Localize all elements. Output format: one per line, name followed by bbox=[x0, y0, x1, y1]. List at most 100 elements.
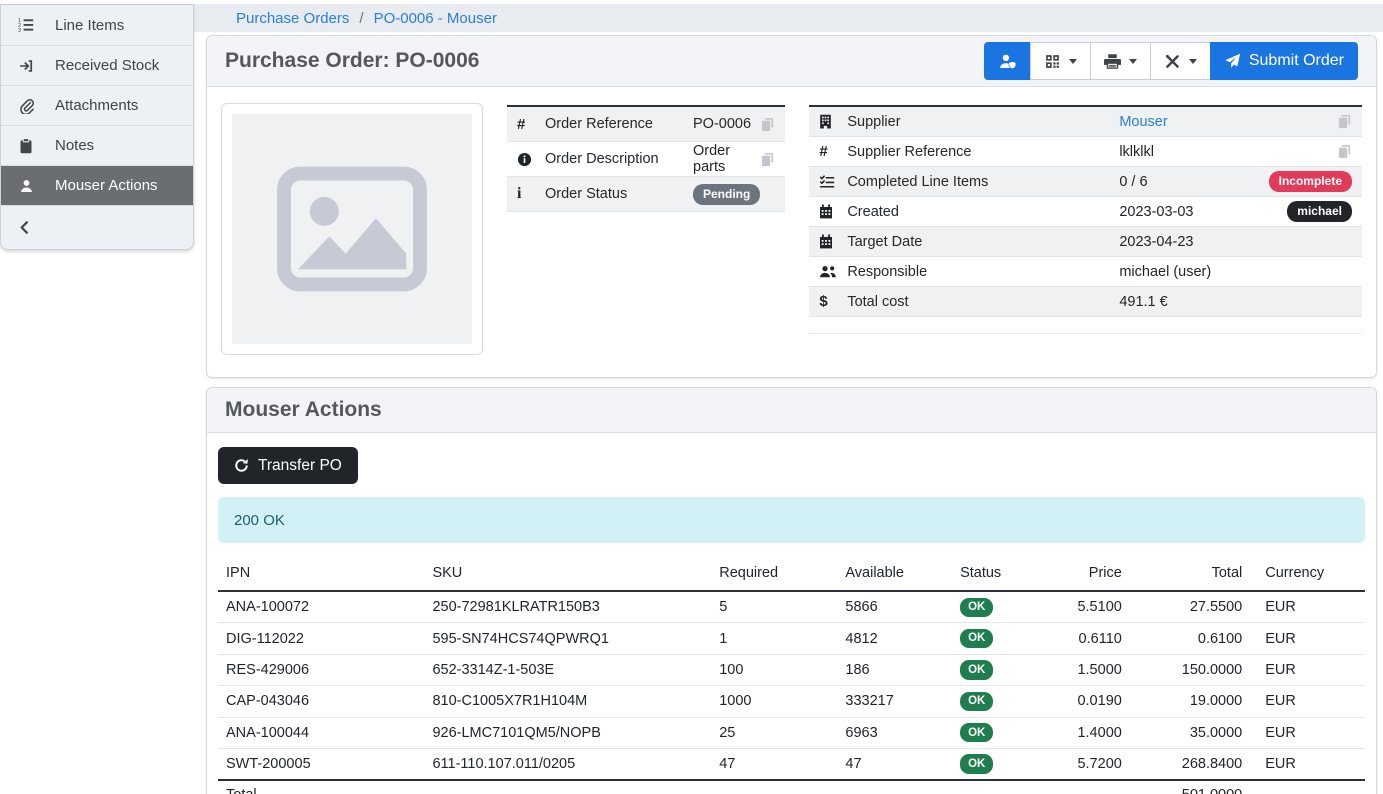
table-row: ANA-100072250-72981KLRATR150B355866OK5.5… bbox=[218, 591, 1365, 623]
line-items-table: IPN SKU Required Available Status Price … bbox=[218, 560, 1365, 794]
sidebar-item-attachments[interactable]: Attachments bbox=[1, 85, 193, 125]
chevron-down-icon bbox=[1189, 59, 1197, 64]
breadcrumb-link-current-order[interactable]: PO-0006 - Mouser bbox=[374, 10, 497, 27]
copy-icon[interactable] bbox=[755, 117, 775, 132]
rotate-icon bbox=[234, 458, 249, 473]
detail-value: PO-0006 bbox=[693, 116, 755, 132]
detail-row-completed-line-items: Completed Line Items 0 / 6 Incomplete bbox=[809, 167, 1362, 197]
paperclip-icon bbox=[15, 98, 37, 114]
detail-value: 2023-04-23 bbox=[1119, 234, 1352, 250]
detail-row-supplier-reference: # Supplier Reference lklklkl bbox=[809, 137, 1362, 167]
total-value: 501.0000 bbox=[1130, 780, 1250, 794]
order-image[interactable] bbox=[221, 103, 483, 355]
detail-row-order-reference: # Order Reference PO-0006 bbox=[507, 107, 785, 142]
purchase-order-header: Purchase Order: PO-0006 bbox=[207, 36, 1376, 87]
page-title: Purchase Order: PO-0006 bbox=[225, 49, 479, 73]
status-ok-badge: OK bbox=[960, 754, 993, 773]
hash-icon: # bbox=[517, 116, 545, 133]
sidebar-item-mouser-actions[interactable]: Mouser Actions bbox=[1, 165, 193, 205]
sidebar-item-label: Mouser Actions bbox=[55, 177, 158, 194]
detail-value: lklklkl bbox=[1119, 144, 1332, 160]
print-actions-button[interactable] bbox=[1090, 42, 1151, 80]
status-ok-badge: OK bbox=[960, 692, 993, 711]
copy-icon[interactable] bbox=[755, 152, 775, 167]
detail-label: Order Description bbox=[545, 151, 693, 167]
sign-in-icon bbox=[15, 58, 37, 74]
table-row: RES-429006652-3314Z-1-503E100186OK1.5000… bbox=[218, 654, 1365, 685]
detail-label: Supplier Reference bbox=[847, 144, 1119, 160]
order-settings-button[interactable] bbox=[1150, 42, 1211, 80]
purchase-order-panel: Purchase Order: PO-0006 bbox=[206, 35, 1377, 378]
chevron-left-icon bbox=[17, 220, 32, 235]
col-status: Status bbox=[952, 560, 1038, 591]
printer-icon bbox=[1104, 53, 1121, 70]
sidebar-item-line-items[interactable]: 123 Line Items bbox=[1, 5, 193, 45]
supplier-link[interactable]: Mouser bbox=[1119, 114, 1167, 130]
table-row: ANA-100044926-LMC7101QM5/NOPB256963OK1.4… bbox=[218, 717, 1365, 748]
order-actions-toolbar: Submit Order bbox=[984, 42, 1358, 80]
col-required: Required bbox=[711, 560, 837, 591]
incomplete-badge: Incomplete bbox=[1269, 171, 1352, 192]
copy-icon[interactable] bbox=[1332, 144, 1352, 159]
chevron-down-icon bbox=[1129, 59, 1137, 64]
detail-label: Total cost bbox=[847, 294, 1119, 310]
section-title: Mouser Actions bbox=[225, 398, 382, 422]
image-placeholder-icon bbox=[232, 114, 472, 344]
building-icon bbox=[819, 114, 847, 129]
breadcrumb-link-purchase-orders[interactable]: Purchase Orders bbox=[236, 10, 349, 27]
submit-order-label: Submit Order bbox=[1249, 52, 1344, 70]
calendar-icon bbox=[819, 204, 847, 219]
created-by-badge: michael bbox=[1287, 201, 1352, 222]
detail-row-order-status: i Order Status Pending bbox=[507, 177, 785, 212]
transfer-po-label: Transfer PO bbox=[258, 457, 342, 475]
detail-label: Target Date bbox=[847, 234, 1119, 250]
table-row: SWT-200005611-110.107.011/02054747OK5.72… bbox=[218, 748, 1365, 780]
sidebar-item-received-stock[interactable]: Received Stock bbox=[1, 45, 193, 85]
mouser-actions-body: Transfer PO 200 OK IPN SKU Required Avai… bbox=[207, 433, 1376, 794]
tools-icon bbox=[1164, 53, 1181, 70]
detail-row-created: Created 2023-03-03 michael bbox=[809, 197, 1362, 227]
sidebar-collapse-button[interactable] bbox=[1, 205, 193, 249]
detail-row-total-cost: $ Total cost 491.1 € bbox=[809, 287, 1362, 317]
status-ok-badge: OK bbox=[960, 660, 993, 679]
sidebar-item-label: Received Stock bbox=[55, 57, 159, 74]
copy-icon[interactable] bbox=[1332, 114, 1352, 129]
sidebar-item-notes[interactable]: Notes bbox=[1, 125, 193, 165]
sidebar-item-label: Notes bbox=[55, 137, 94, 154]
clipboard-icon bbox=[15, 138, 37, 154]
admin-user-button[interactable] bbox=[984, 42, 1031, 80]
detail-value: 491.1 € bbox=[1119, 294, 1352, 310]
info-icon: i bbox=[517, 185, 545, 203]
mouser-actions-panel: Mouser Actions Transfer PO 200 OK IPN SK bbox=[206, 387, 1377, 794]
order-status-badge: Pending bbox=[693, 184, 760, 205]
detail-value: 2023-03-03 bbox=[1119, 204, 1287, 220]
dollar-icon: $ bbox=[819, 293, 847, 310]
col-ipn: IPN bbox=[218, 560, 424, 591]
user-shield-icon bbox=[998, 53, 1017, 70]
col-total: Total bbox=[1130, 560, 1250, 591]
transfer-po-button[interactable]: Transfer PO bbox=[218, 447, 358, 484]
detail-label: Responsible bbox=[847, 264, 1119, 280]
table-row: DIG-112022595-SN74HCS74QPWRQ114812OK0.61… bbox=[218, 623, 1365, 654]
barcode-actions-button[interactable] bbox=[1030, 42, 1091, 80]
detail-value: michael (user) bbox=[1119, 264, 1352, 280]
breadcrumb-separator: / bbox=[359, 10, 363, 27]
svg-text:3: 3 bbox=[18, 28, 21, 33]
detail-label: Completed Line Items bbox=[847, 174, 1119, 190]
detail-value: Order parts bbox=[693, 143, 755, 175]
detail-value: 0 / 6 bbox=[1119, 174, 1268, 190]
detail-label: Created bbox=[847, 204, 1119, 220]
table-total-row: Total 501.0000 bbox=[218, 780, 1365, 794]
calendar-icon bbox=[819, 234, 847, 249]
submit-order-button[interactable]: Submit Order bbox=[1210, 42, 1358, 80]
detail-row-responsible: Responsible michael (user) bbox=[809, 257, 1362, 287]
list-ol-icon: 123 bbox=[15, 17, 37, 33]
status-ok-badge: OK bbox=[960, 723, 993, 742]
sidebar-item-label: Line Items bbox=[55, 17, 124, 34]
mouser-actions-header: Mouser Actions bbox=[207, 388, 1376, 433]
table-header-row: IPN SKU Required Available Status Price … bbox=[218, 560, 1365, 591]
status-alert: 200 OK bbox=[218, 497, 1365, 543]
detail-label: Order Reference bbox=[545, 116, 693, 132]
col-sku: SKU bbox=[424, 560, 711, 591]
total-label: Total bbox=[218, 780, 424, 794]
